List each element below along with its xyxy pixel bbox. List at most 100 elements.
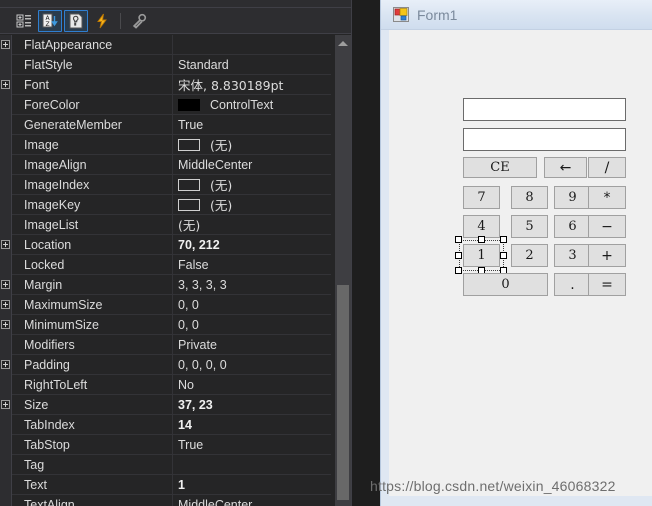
alphabetical-view-button[interactable]: A Z — [38, 9, 62, 32]
property-row[interactable]: Margin 3, 3, 3, 3 — [1, 275, 331, 295]
digit-8-button[interactable]: 8 — [511, 186, 548, 209]
selection-handle[interactable] — [455, 236, 462, 243]
property-value[interactable]: True — [172, 438, 331, 452]
properties-grid[interactable]: FlatAppearance FlatStyle Standard Font 宋体, 8… — [0, 35, 352, 506]
property-value[interactable]: (无) — [172, 175, 331, 194]
backspace-button[interactable]: ← — [544, 157, 587, 178]
expand-plus-icon[interactable] — [1, 320, 10, 329]
decimal-point-button[interactable]: . — [554, 273, 591, 296]
digit-9-button[interactable]: 9 — [554, 186, 591, 209]
property-row[interactable]: ImageList (无) — [12, 215, 331, 235]
subtract-button[interactable]: − — [588, 215, 626, 238]
property-value[interactable]: ControlText — [172, 98, 331, 112]
property-value-text: 0, 0 — [178, 317, 199, 332]
property-row[interactable]: Locked False — [12, 255, 331, 275]
digit-6-button[interactable]: 6 — [554, 215, 591, 238]
property-value[interactable]: 70, 212 — [172, 238, 331, 252]
expand-plus-icon[interactable] — [1, 40, 10, 49]
properties-scrollbar[interactable] — [335, 35, 351, 506]
categorized-view-button[interactable] — [12, 10, 36, 32]
column-divider — [172, 135, 173, 155]
color-swatch-icon — [178, 198, 200, 211]
property-row[interactable]: ImageIndex (无) — [12, 175, 331, 195]
property-row[interactable]: Location 70, 212 — [1, 235, 331, 255]
toolbar-separator — [120, 12, 121, 29]
scrollbar-thumb[interactable] — [337, 285, 349, 500]
digit-7-button[interactable]: 7 — [463, 186, 500, 209]
property-row[interactable]: Tag — [12, 455, 331, 475]
property-value[interactable]: 0, 0, 0, 0 — [172, 358, 331, 372]
property-row[interactable]: Image (无) — [12, 135, 331, 155]
display-textbox-2[interactable] — [463, 128, 626, 151]
property-row[interactable]: TextAlign MiddleCenter — [12, 495, 331, 506]
multiply-button[interactable]: * — [588, 186, 626, 209]
property-row[interactable]: Font 宋体, 8.830189pt — [1, 75, 331, 95]
add-button[interactable]: + — [588, 244, 626, 267]
property-value[interactable]: False — [172, 258, 331, 272]
digit-0-button[interactable]: 0 — [463, 273, 548, 296]
properties-page-button[interactable] — [64, 9, 88, 32]
digit-2-button[interactable]: 2 — [511, 244, 548, 267]
form-icon — [393, 7, 409, 22]
property-row[interactable]: FlatAppearance — [1, 35, 331, 55]
digit-3-button[interactable]: 3 — [554, 244, 591, 267]
property-row[interactable]: Size 37, 23 — [1, 395, 331, 415]
property-value[interactable]: 1 — [172, 478, 331, 492]
property-value[interactable]: True — [172, 118, 331, 132]
property-value[interactable]: (无) — [172, 195, 331, 214]
selection-handle[interactable] — [500, 251, 507, 259]
selection-handle[interactable] — [455, 251, 462, 259]
digit-1-button[interactable]: 1 — [463, 244, 500, 267]
property-row[interactable]: ImageKey (无) — [12, 195, 331, 215]
expand-plus-icon[interactable] — [1, 300, 10, 309]
property-value[interactable]: 3, 3, 3, 3 — [172, 278, 331, 292]
form-client-area[interactable]: CE ←/ 7 8 9 * 4 5 6− 1 2 3 +0. = — [389, 30, 652, 496]
property-row[interactable]: Modifiers Private — [12, 335, 331, 355]
property-row[interactable]: TabStop True — [12, 435, 331, 455]
property-value[interactable]: 14 — [172, 418, 331, 432]
property-row[interactable]: MinimumSize 0, 0 — [1, 315, 331, 335]
events-page-button[interactable] — [90, 10, 114, 32]
column-divider — [172, 235, 173, 255]
property-value[interactable]: (无) — [172, 135, 331, 154]
property-row[interactable]: Padding 0, 0, 0, 0 — [1, 355, 331, 375]
property-value[interactable]: (无) — [172, 215, 331, 234]
property-value[interactable]: 宋体, 8.830189pt — [172, 75, 331, 94]
property-row[interactable]: Text 1 — [12, 475, 331, 495]
divide-button[interactable]: / — [588, 157, 626, 178]
property-row[interactable]: TabIndex 14 — [12, 415, 331, 435]
property-value[interactable]: Private — [172, 338, 331, 352]
selection-handle[interactable] — [500, 236, 507, 243]
selection-handle[interactable] — [477, 236, 485, 243]
equals-button[interactable]: = — [588, 273, 626, 296]
property-row[interactable]: FlatStyle Standard — [12, 55, 331, 75]
expand-plus-icon[interactable] — [1, 360, 10, 369]
property-row[interactable]: ForeColor ControlText — [12, 95, 331, 115]
expand-plus-icon[interactable] — [1, 240, 10, 249]
expand-plus-icon[interactable] — [1, 80, 10, 89]
property-value[interactable]: 37, 23 — [172, 398, 331, 412]
property-value[interactable]: No — [172, 378, 331, 392]
property-value[interactable]: MiddleCenter — [172, 158, 331, 172]
property-value[interactable]: 0, 0 — [172, 298, 331, 312]
expand-plus-icon[interactable] — [1, 280, 10, 289]
property-row[interactable]: GenerateMember True — [12, 115, 331, 135]
selection-handle[interactable] — [455, 267, 462, 274]
property-row[interactable]: RightToLeft No — [12, 375, 331, 395]
property-pages-button[interactable] — [127, 10, 151, 32]
display-textbox-1[interactable] — [463, 98, 626, 121]
expand-plus-icon[interactable] — [1, 400, 10, 409]
property-row[interactable]: MaximumSize 0, 0 — [1, 295, 331, 315]
digit-5-button[interactable]: 5 — [511, 215, 548, 238]
scrollbar-up-button[interactable] — [335, 35, 351, 51]
column-divider — [172, 75, 173, 95]
clear-entry-button[interactable]: CE — [463, 157, 537, 178]
property-value[interactable]: MiddleCenter — [172, 498, 331, 506]
property-value[interactable]: Standard — [172, 58, 331, 72]
form-titlebar[interactable]: Form1 — [381, 0, 652, 30]
property-name: ImageIndex — [24, 177, 90, 192]
digit-4-button[interactable]: 4 — [463, 215, 500, 238]
property-value[interactable]: 0, 0 — [172, 318, 331, 332]
property-row[interactable]: ImageAlign MiddleCenter — [12, 155, 331, 175]
property-value-text: 0, 0 — [178, 297, 199, 312]
